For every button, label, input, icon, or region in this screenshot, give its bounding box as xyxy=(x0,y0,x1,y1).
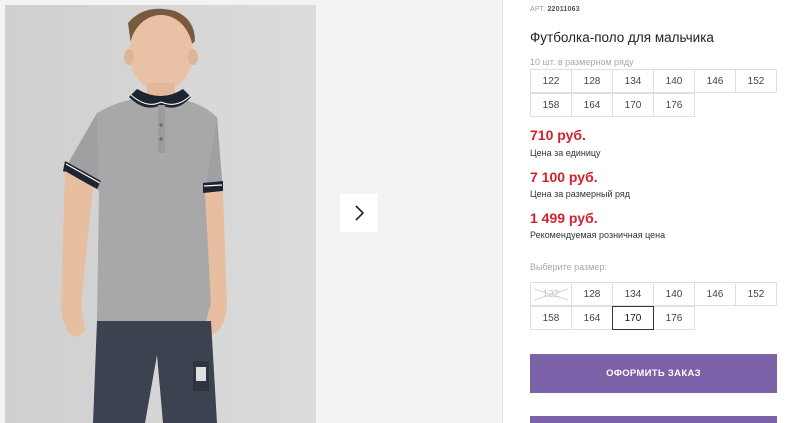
size-option-176[interactable]: 176 xyxy=(653,306,695,330)
price-range-label: Цена за размерный ряд xyxy=(530,189,631,199)
size-row: 158 164 170 176 xyxy=(530,306,782,330)
range-size-140: 140 xyxy=(653,69,695,93)
product-title: Футболка-поло для мальчика xyxy=(530,30,714,45)
size-option-152[interactable]: 152 xyxy=(735,282,777,306)
size-option-164[interactable]: 164 xyxy=(571,306,613,330)
choose-size-label: Выберите размер: xyxy=(530,262,607,272)
size-row: 158 164 170 176 xyxy=(530,93,782,117)
size-row: 122 128 134 140 146 152 xyxy=(530,282,782,306)
size-selector: 122 128 134 140 146 152 158 164 170 176 xyxy=(530,282,782,330)
price-unit-label: Цена за единицу xyxy=(530,148,601,158)
size-option-158[interactable]: 158 xyxy=(530,306,572,330)
range-size-146: 146 xyxy=(694,69,736,93)
range-size-grid: 122 128 134 140 146 152 158 164 170 176 xyxy=(530,69,782,117)
price-retail-label: Рекомендуемая розничная цена xyxy=(530,230,666,240)
article-value: 22011063 xyxy=(547,6,580,13)
product-gallery xyxy=(0,0,502,423)
article-number: АРТ. 22011063 xyxy=(530,6,580,13)
size-row: 122 128 134 140 146 152 xyxy=(530,69,782,93)
size-option-122: 122 xyxy=(530,282,572,306)
product-photo[interactable] xyxy=(5,5,316,423)
size-option-146[interactable]: 146 xyxy=(694,282,736,306)
range-size-176: 176 xyxy=(653,93,695,117)
range-note: 10 шт. в размерном ряду xyxy=(530,57,634,67)
price-retail: 1 499 руб. xyxy=(530,210,598,226)
article-label: АРТ. xyxy=(530,6,546,13)
size-option-170[interactable]: 170 xyxy=(612,306,654,330)
price-range: 7 100 руб. xyxy=(530,169,598,185)
size-option-134[interactable]: 134 xyxy=(612,282,654,306)
range-size-128: 128 xyxy=(571,69,613,93)
size-option-128[interactable]: 128 xyxy=(571,282,613,306)
range-size-134: 134 xyxy=(612,69,654,93)
range-size-170: 170 xyxy=(612,93,654,117)
chevron-right-icon xyxy=(355,205,365,221)
range-size-152: 152 xyxy=(735,69,777,93)
size-option-140[interactable]: 140 xyxy=(653,282,695,306)
range-size-158: 158 xyxy=(530,93,572,117)
range-size-164: 164 xyxy=(571,93,613,117)
order-button[interactable]: ОФОРМИТЬ ЗАКАЗ xyxy=(530,354,777,393)
divider xyxy=(502,0,503,423)
next-image-button[interactable] xyxy=(340,194,378,232)
price-unit: 710 руб. xyxy=(530,127,586,143)
secondary-button[interactable] xyxy=(530,416,777,423)
range-size-122: 122 xyxy=(530,69,572,93)
